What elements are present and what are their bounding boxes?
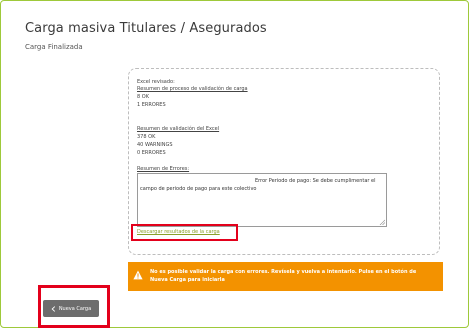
process-ok-count: 8 OK xyxy=(137,94,149,100)
new-upload-button-label: Nueva Carga xyxy=(58,305,92,312)
errors-text-line-2: campo de periodo de pago para este colec… xyxy=(140,186,257,192)
validation-process-title: Resumen de proceso de validación de carg… xyxy=(137,86,248,92)
file-heading: Excel revisado: xyxy=(137,79,175,85)
page-title: Carga masiva Titulares / Asegurados xyxy=(25,21,267,36)
warning-message: No es posible validar la carga con error… xyxy=(150,269,417,283)
new-upload-button[interactable]: Nueva Carga xyxy=(43,300,99,317)
process-errors-count: 1 ERRORES xyxy=(137,102,166,108)
errors-text-line-1: Error Periodo de pago: Se debe cumplimen… xyxy=(255,178,376,184)
excel-validation-title: Resumen de validación del Excel xyxy=(137,126,220,132)
excel-ok-count: 378 OK xyxy=(137,134,156,140)
page-subtitle: Carga Finalizada xyxy=(25,43,83,51)
errors-textarea[interactable]: Error Periodo de pago: Se debe cumplimen… xyxy=(137,173,387,227)
warning-triangle-icon xyxy=(133,270,143,280)
errors-summary-label: Resumen de Errores: xyxy=(137,166,190,172)
excel-warnings-count: 40 WARNINGS xyxy=(137,142,173,148)
download-results-link[interactable]: Descargar resultados de la carga xyxy=(137,229,220,235)
resize-grip-icon[interactable] xyxy=(379,219,385,225)
excel-errors-count: 0 ERRORES xyxy=(137,150,166,156)
warning-banner: No es posible validar la carga con error… xyxy=(128,262,443,291)
chevron-left-icon xyxy=(51,305,55,312)
